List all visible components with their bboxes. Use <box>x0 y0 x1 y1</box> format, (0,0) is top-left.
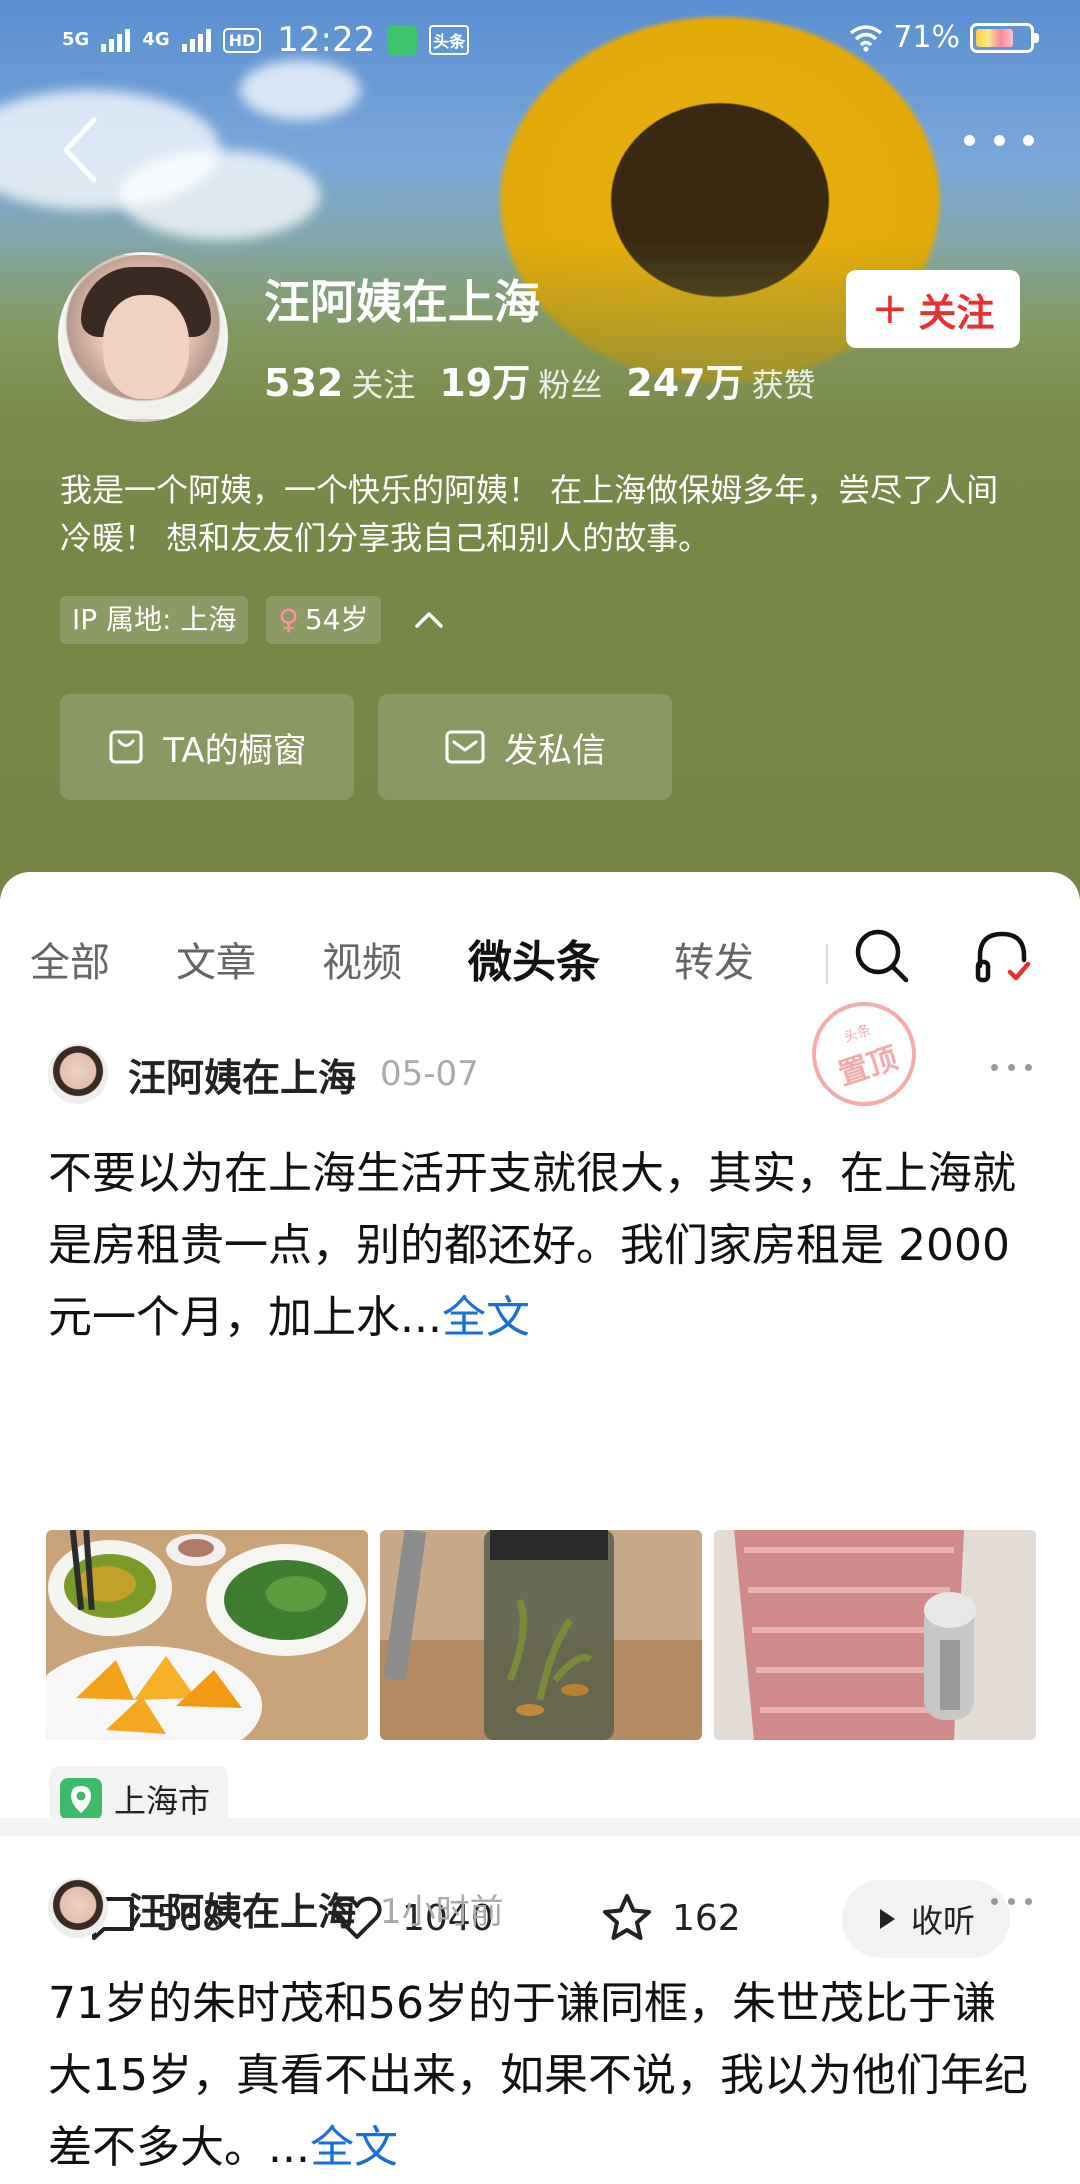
profile-header: 5G 4G HD 12:22 头条 71% 汪阿姨在上海 532 关注 19万 … <box>0 0 1080 900</box>
status-bar: 5G 4G HD 12:22 头条 71% <box>0 0 1080 84</box>
battery-percent: 71% <box>893 20 960 55</box>
profile-tags: IP 属地: 上海 ♀ 54岁 <box>60 596 459 644</box>
likes-count: 247万 <box>626 361 744 405</box>
age-value: 54岁 <box>304 603 369 636</box>
content-tabs: 全部 文章 视频 微头条 转发 <box>0 872 1080 1042</box>
profile-bio: 我是一个阿姨，一个快乐的阿姨！ 在上海做保姆多年，尝尽了人间冷暖！ 想和友友们分… <box>60 471 999 557</box>
post-text[interactable]: 不要以为在上海生活开支就很大，其实，在上海就是房租贵一点，别的都还好。我们家房租… <box>48 1138 1038 1354</box>
post-more-button[interactable] <box>991 1064 1032 1071</box>
headphones-icon <box>975 931 1031 983</box>
post-image-towel[interactable] <box>714 1530 1036 1740</box>
back-button[interactable] <box>56 112 104 188</box>
post-body: 71岁的朱时茂和56岁的于谦同框，朱世茂比于谦大15岁，真看不出来，如果不说，我… <box>48 1978 1028 2173</box>
shop-window-label: TA的橱窗 <box>163 730 307 771</box>
post-images <box>46 1530 1036 1740</box>
post-header: 汪阿姨在上海 05-07 <box>48 1042 479 1106</box>
send-message-button[interactable]: 发私信 <box>378 694 672 800</box>
fans-label[interactable]: 粉丝 <box>538 360 602 406</box>
profile-stats: 532 关注 19万 粉丝 247万 获赞 <box>264 352 840 407</box>
chevron-left-icon <box>63 117 97 183</box>
status-time: 12:22 <box>277 20 376 60</box>
tab-all[interactable]: 全部 <box>30 930 110 988</box>
ip-location-tag: IP 属地: 上海 <box>60 596 249 644</box>
post-author[interactable]: 汪阿姨在上海 <box>128 1047 356 1102</box>
read-full-link[interactable]: 全文 <box>442 1292 530 1343</box>
search-button[interactable] <box>852 926 912 986</box>
post-text[interactable]: 71岁的朱时茂和56岁的于谦同框，朱世茂比于谦大15岁，真看不出来，如果不说，我… <box>48 1968 1038 2184</box>
profile-avatar[interactable] <box>58 252 228 422</box>
feed-panel: 全部 文章 视频 微头条 转发 汪阿姨在上海 05-07 头条 置顶 不要以为在… <box>0 872 1080 2173</box>
tab-articles[interactable]: 文章 <box>176 930 256 988</box>
follow-button-label: 关注 <box>918 290 995 335</box>
tab-micro-posts[interactable]: 微头条 <box>468 926 600 990</box>
shopping-bag-icon <box>109 730 143 764</box>
hd-voice-icon: HD <box>222 27 262 53</box>
likes-label: 获赞 <box>751 366 816 404</box>
network-4g-label: 4G <box>142 29 170 50</box>
post-separator <box>0 1818 1080 1836</box>
signal-icon <box>181 28 211 52</box>
plus-icon: + <box>871 283 909 334</box>
tab-videos[interactable]: 视频 <box>322 930 402 988</box>
chevron-up-icon <box>414 612 443 628</box>
following-label[interactable]: 关注 <box>351 360 415 406</box>
profile-name: 汪阿姨在上海 <box>264 275 540 329</box>
shop-window-button[interactable]: TA的橱窗 <box>60 694 354 800</box>
post-image-tea[interactable] <box>380 1530 702 1740</box>
following-count[interactable]: 532 <box>264 361 343 405</box>
post-header: 汪阿姨在上海 1小时前 <box>48 1876 504 1940</box>
fans-count[interactable]: 19万 <box>439 352 530 407</box>
signal-icon <box>101 28 131 52</box>
battery-icon <box>970 22 1039 53</box>
tab-reposts[interactable]: 转发 <box>674 930 754 988</box>
female-icon: ♀ <box>278 603 299 636</box>
toutiao-notification-icon: 头条 <box>429 25 470 55</box>
app-notification-icon <box>387 25 418 55</box>
follow-button[interactable]: + 关注 <box>846 270 1020 348</box>
cloud-decoration <box>120 150 320 240</box>
tab-divider <box>826 944 828 984</box>
author-avatar[interactable] <box>48 1878 108 1938</box>
send-message-label: 发私信 <box>504 730 606 771</box>
mail-icon <box>445 730 485 764</box>
listen-mode-button[interactable] <box>972 926 1032 986</box>
read-full-link[interactable]: 全文 <box>310 2122 398 2173</box>
post-more-button[interactable] <box>991 1898 1032 1905</box>
more-options-button[interactable] <box>964 128 1034 152</box>
post-image-food[interactable] <box>46 1530 368 1740</box>
network-5g-label: 5G <box>62 29 90 50</box>
location-pin-icon <box>60 1778 102 1820</box>
post-author[interactable]: 汪阿姨在上海 <box>128 1881 356 1936</box>
pinned-stamp-label: 置顶 <box>834 1040 903 1093</box>
author-avatar[interactable] <box>48 1044 108 1104</box>
post-card[interactable]: 汪阿姨在上海 1小时前 71岁的朱时茂和56岁的于谦同框，朱世茂比于谦大15岁，… <box>0 1876 1080 2173</box>
location-label: 上海市 <box>114 1782 211 1820</box>
search-icon <box>855 929 909 983</box>
post-time: 1小时前 <box>380 1891 504 1932</box>
post-time: 05-07 <box>380 1054 479 1094</box>
wifi-icon <box>850 24 883 52</box>
collapse-button[interactable] <box>399 596 459 644</box>
age-tag: ♀ 54岁 <box>266 596 381 644</box>
profile-actions: TA的橱窗 发私信 <box>60 694 672 800</box>
post-body: 不要以为在上海生活开支就很大，其实，在上海就是房租贵一点，别的都还好。我们家房租… <box>48 1148 1016 1343</box>
